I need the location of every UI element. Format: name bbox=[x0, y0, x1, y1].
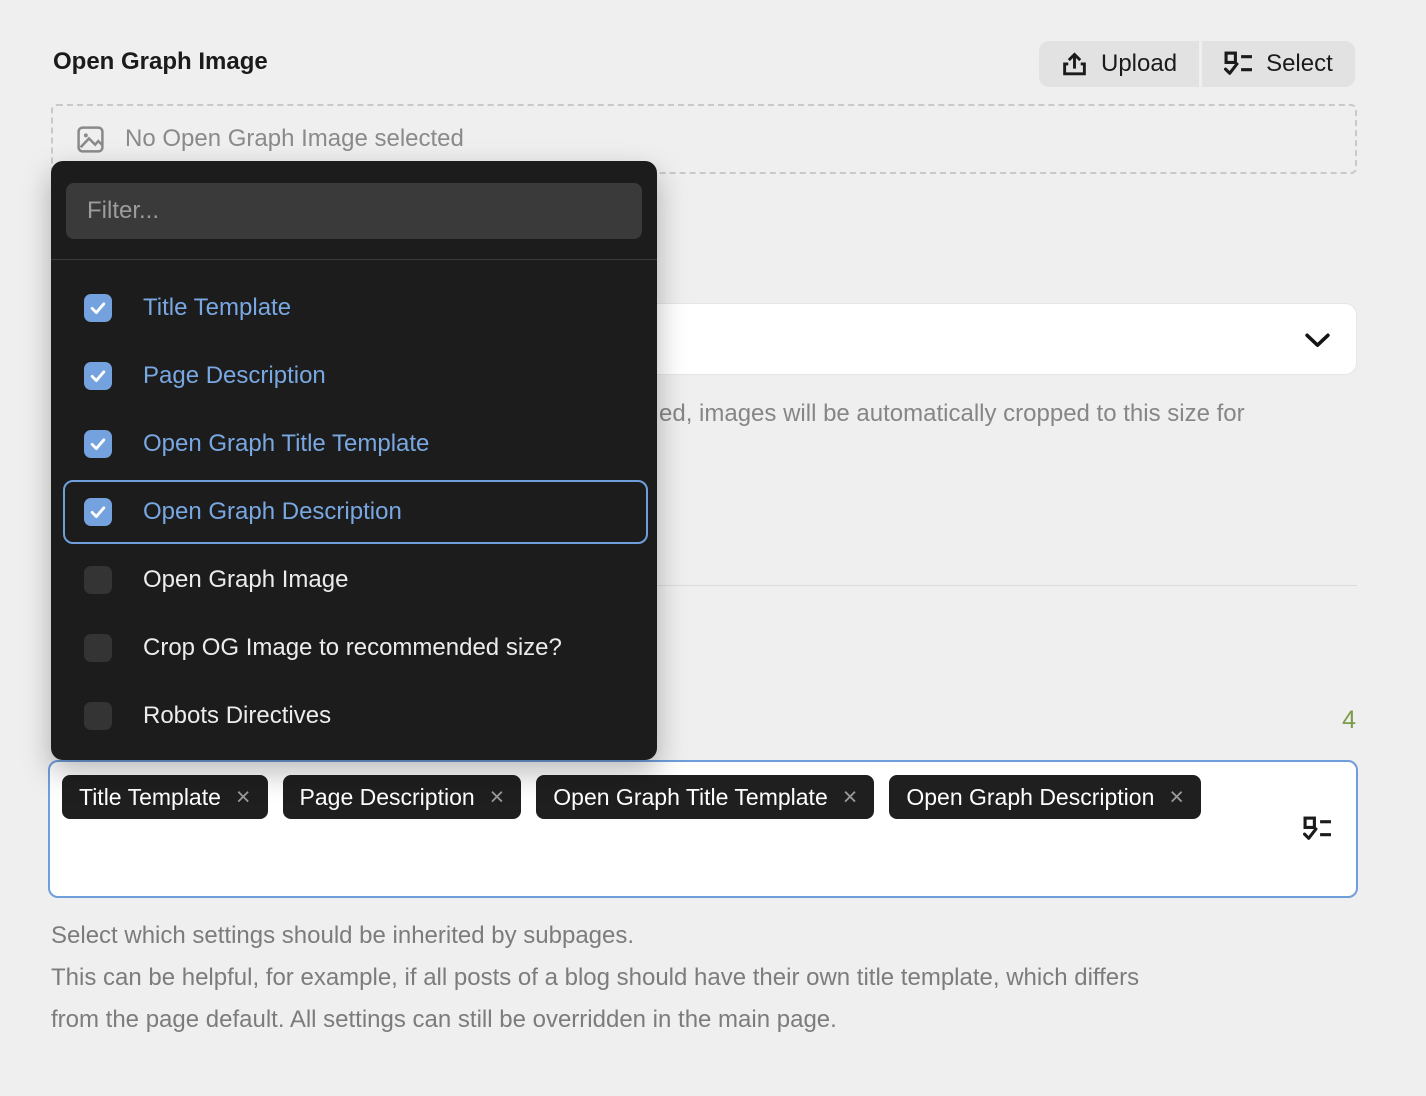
settings-filter-dropdown: Title Template Page Description Open Gra… bbox=[51, 161, 657, 760]
tag-label: Open Graph Title Template bbox=[553, 784, 827, 811]
checkbox-checked-icon[interactable] bbox=[84, 430, 112, 458]
option-title-template[interactable]: Title Template bbox=[63, 276, 648, 340]
tag-chip-title-template: Title Template × bbox=[62, 775, 268, 819]
seo-settings-page: Open Graph Image Upload Sele bbox=[0, 0, 1426, 1096]
help-line-1: Select which settings should be inherite… bbox=[51, 915, 1139, 957]
option-og-title-template[interactable]: Open Graph Title Template bbox=[63, 412, 648, 476]
checklist-icon bbox=[1224, 51, 1253, 78]
tag-label: Open Graph Description bbox=[906, 784, 1154, 811]
upload-button[interactable]: Upload bbox=[1039, 41, 1199, 87]
tag-label: Title Template bbox=[79, 784, 221, 811]
tag-label: Page Description bbox=[300, 784, 475, 811]
checkbox-unchecked-icon[interactable] bbox=[84, 702, 112, 730]
select-button-label: Select bbox=[1266, 50, 1333, 78]
options-list: Title Template Page Description Open Gra… bbox=[51, 260, 657, 760]
upload-icon bbox=[1061, 51, 1088, 78]
remove-tag-button[interactable]: × bbox=[843, 785, 858, 810]
option-label: Page Description bbox=[143, 362, 326, 390]
option-label: Open Graph Description bbox=[143, 498, 402, 526]
option-og-description[interactable]: Open Graph Description bbox=[63, 480, 648, 544]
help-line-3: from the page default. All settings can … bbox=[51, 999, 1139, 1041]
selected-count-badge: 4 bbox=[1236, 706, 1356, 735]
option-label: Open Graph Image bbox=[143, 566, 348, 594]
option-og-image[interactable]: Open Graph Image bbox=[63, 548, 648, 612]
inherit-help-text: Select which settings should be inherite… bbox=[51, 915, 1139, 1041]
option-robots-directives[interactable]: Robots Directives bbox=[63, 684, 648, 748]
inherit-settings-field[interactable]: Title Template × Page Description × Open… bbox=[48, 760, 1358, 898]
remove-tag-button[interactable]: × bbox=[1169, 785, 1184, 810]
dropzone-text: No Open Graph Image selected bbox=[125, 125, 464, 153]
page-title: Open Graph Image bbox=[53, 48, 268, 76]
option-label: Robots Directives bbox=[143, 702, 331, 730]
select-button[interactable]: Select bbox=[1202, 41, 1355, 87]
option-label: Crop OG Image to recommended size? bbox=[143, 634, 562, 662]
image-icon bbox=[76, 125, 105, 154]
remove-tag-button[interactable]: × bbox=[236, 785, 251, 810]
tag-chip-og-description: Open Graph Description × bbox=[889, 775, 1201, 819]
option-crop-og-image[interactable]: Crop OG Image to recommended size? bbox=[63, 616, 648, 680]
checkbox-unchecked-icon[interactable] bbox=[84, 634, 112, 662]
checkbox-unchecked-icon[interactable] bbox=[84, 566, 112, 594]
og-image-toolbar: Upload Select bbox=[1039, 41, 1355, 87]
chevron-down-icon bbox=[1305, 333, 1330, 353]
option-label: Title Template bbox=[143, 294, 291, 322]
option-label: Open Graph Title Template bbox=[143, 430, 429, 458]
crop-hint-text: ed, images will be automatically cropped… bbox=[659, 400, 1245, 428]
filter-input[interactable] bbox=[66, 183, 642, 239]
checklist-icon[interactable] bbox=[1303, 816, 1332, 848]
remove-tag-button[interactable]: × bbox=[490, 785, 505, 810]
tag-chip-page-description: Page Description × bbox=[283, 775, 522, 819]
checkbox-checked-icon[interactable] bbox=[84, 294, 112, 322]
checkbox-checked-icon[interactable] bbox=[84, 498, 112, 526]
option-page-description[interactable]: Page Description bbox=[63, 344, 648, 408]
upload-button-label: Upload bbox=[1101, 50, 1177, 78]
checkbox-checked-icon[interactable] bbox=[84, 362, 112, 390]
help-line-2: This can be helpful, for example, if all… bbox=[51, 957, 1139, 999]
tag-chip-og-title-template: Open Graph Title Template × bbox=[536, 775, 874, 819]
filter-section bbox=[51, 161, 657, 260]
